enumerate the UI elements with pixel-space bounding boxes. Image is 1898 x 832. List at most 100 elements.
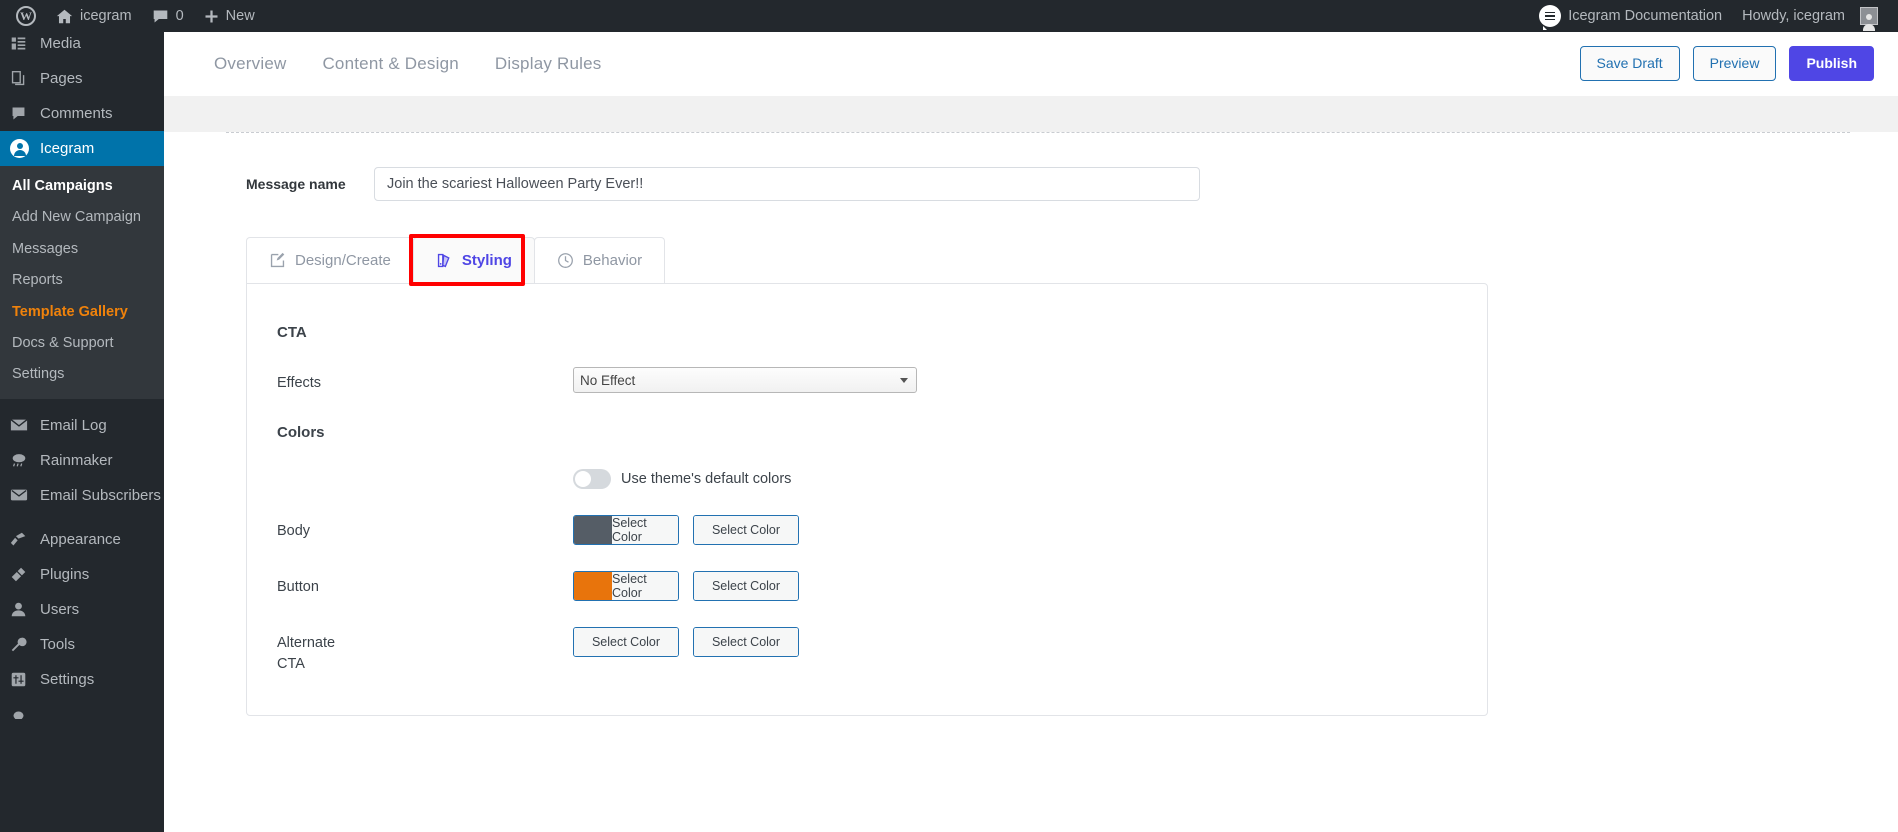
- tab-strip: Design/Create Styling Behavior: [246, 237, 1488, 283]
- plus-icon: [204, 9, 219, 24]
- submenu-item-docs-support[interactable]: Docs & Support: [0, 328, 164, 359]
- pages-icon: [10, 70, 38, 87]
- sidebar-item-email-subscribers[interactable]: Email Subscribers: [0, 478, 164, 513]
- sliders-icon: [10, 671, 38, 688]
- sidebar-item-rainmaker[interactable]: Rainmaker: [0, 443, 164, 478]
- effects-row: Effects No Effect: [247, 367, 1487, 394]
- colors-section-title: Colors: [277, 424, 325, 442]
- body-color-picker-secondary[interactable]: Select Color: [693, 515, 799, 546]
- use-theme-colors-toggle[interactable]: [573, 469, 611, 490]
- tab-label: Styling: [461, 252, 512, 269]
- new-content-menu[interactable]: New: [194, 0, 265, 32]
- campaign-sheet: Message name Join the scariest Halloween…: [164, 132, 1898, 832]
- sidebar-item-partial[interactable]: [0, 697, 164, 732]
- tab-styling[interactable]: Styling: [412, 237, 535, 283]
- button-color-picker-primary[interactable]: Select Color: [573, 571, 679, 602]
- clock-icon: [557, 252, 574, 269]
- select-color-label: Select Color: [694, 628, 798, 657]
- menu-separator: [0, 399, 164, 408]
- sidebar-item-label: Email Log: [40, 416, 107, 434]
- campaign-nav: Overview Content & Design Display Rules: [212, 50, 603, 78]
- comments-bubble[interactable]: 0: [142, 0, 194, 32]
- nav-tab-content-design[interactable]: Content & Design: [320, 50, 460, 78]
- submenu-item-reports[interactable]: Reports: [0, 265, 164, 296]
- site-name-label: icegram: [80, 8, 132, 24]
- submenu-item-all-campaigns[interactable]: All Campaigns: [0, 171, 164, 202]
- message-name-input[interactable]: Join the scariest Halloween Party Ever!!: [374, 167, 1200, 201]
- use-theme-colors-label: Use theme's default colors: [621, 471, 792, 488]
- color-swatch: [574, 572, 612, 601]
- sidebar-item-tools[interactable]: Tools: [0, 627, 164, 662]
- submenu-item-messages[interactable]: Messages: [0, 234, 164, 265]
- admin-bar: W icegram 0 New Icegram Documentation Ho…: [0, 0, 1898, 32]
- sidebar-item-label: Appearance: [40, 530, 121, 548]
- palette-icon: [436, 252, 453, 269]
- select-color-label: Select Color: [694, 516, 798, 545]
- sidebar-item-label: Tools: [40, 635, 76, 653]
- sidebar-item-label: Users: [40, 600, 80, 618]
- plug-icon: [10, 566, 38, 583]
- section-divider: [226, 132, 1850, 133]
- use-theme-colors-row: Use theme's default colors: [247, 467, 1487, 490]
- alternate-cta-color-picker-secondary[interactable]: Select Color: [693, 627, 799, 658]
- alternate-cta-color-label: Alternate CTA: [277, 635, 336, 673]
- nav-tab-overview[interactable]: Overview: [212, 50, 288, 78]
- alternate-cta-color-picker-primary[interactable]: Select Color: [573, 627, 679, 658]
- color-swatch: [574, 516, 612, 545]
- body-color-picker-primary[interactable]: Select Color: [573, 515, 679, 546]
- message-name-label: Message name: [246, 176, 346, 192]
- generic-icon: [10, 709, 38, 720]
- campaign-topbar: Overview Content & Design Display Rules …: [164, 32, 1898, 96]
- use-theme-colors-spacer: [277, 467, 573, 473]
- sidebar-item-users[interactable]: Users: [0, 592, 164, 627]
- effects-select[interactable]: No Effect: [573, 367, 917, 393]
- envelope-open-icon: [10, 416, 38, 434]
- alternate-cta-color-row: Alternate CTA Select Color Select Color: [247, 627, 1487, 675]
- howdy-label: Howdy, icegram: [1742, 8, 1845, 24]
- site-name-menu[interactable]: icegram: [46, 0, 142, 32]
- rain-cloud-icon: [10, 451, 38, 469]
- tab-behavior[interactable]: Behavior: [533, 237, 666, 283]
- submenu-item-settings[interactable]: Settings: [0, 359, 164, 390]
- select-color-label: Select Color: [694, 572, 798, 601]
- sidebar-item-plugins[interactable]: Plugins: [0, 557, 164, 592]
- sidebar-item-label: Rainmaker: [40, 451, 113, 469]
- menu-separator: [0, 513, 164, 522]
- wp-logo-menu[interactable]: W: [6, 0, 46, 32]
- new-label: New: [225, 8, 255, 24]
- sidebar-item-label: Comments: [40, 105, 113, 122]
- avatar: [1860, 7, 1878, 31]
- sidebar-item-label: Plugins: [40, 565, 90, 583]
- sidebar-item-pages[interactable]: Pages: [0, 61, 164, 96]
- home-icon: [56, 8, 73, 25]
- icegram-submenu: All Campaigns Add New Campaign Messages …: [0, 166, 164, 399]
- select-color-label: Select Color: [612, 516, 678, 545]
- preview-button[interactable]: Preview: [1692, 46, 1777, 81]
- comment-icon: [152, 8, 169, 25]
- button-color-picker-secondary[interactable]: Select Color: [693, 571, 799, 602]
- nav-tab-display-rules[interactable]: Display Rules: [493, 50, 604, 78]
- sidebar-item-appearance[interactable]: Appearance: [0, 522, 164, 557]
- sidebar-item-label: Pages: [40, 70, 83, 87]
- sidebar-item-settings[interactable]: Settings: [0, 662, 164, 697]
- documentation-icon: [1539, 5, 1562, 30]
- sidebar-item-label: Icegram: [40, 140, 95, 157]
- select-color-label: Select Color: [612, 572, 678, 601]
- submenu-item-template-gallery[interactable]: Template Gallery: [0, 297, 164, 328]
- sidebar-item-label: Media: [40, 35, 81, 52]
- sidebar-item-comments[interactable]: Comments: [0, 96, 164, 131]
- main-content: Overview Content & Design Display Rules …: [164, 32, 1898, 832]
- paintbrush-icon: [10, 531, 38, 548]
- submenu-item-add-new-campaign[interactable]: Add New Campaign: [0, 202, 164, 233]
- save-draft-button[interactable]: Save Draft: [1579, 46, 1680, 81]
- documentation-label: Icegram Documentation: [1568, 8, 1723, 24]
- sidebar-item-icegram[interactable]: Icegram: [0, 131, 164, 166]
- sidebar-item-email-log[interactable]: Email Log: [0, 408, 164, 443]
- publish-button[interactable]: Publish: [1789, 46, 1874, 81]
- documentation-link[interactable]: Icegram Documentation: [1529, 0, 1732, 32]
- account-menu[interactable]: Howdy, icegram: [1732, 0, 1888, 32]
- pencil-square-icon: [269, 252, 286, 269]
- tab-design-create[interactable]: Design/Create: [246, 237, 414, 283]
- sidebar-item-label: Settings: [40, 670, 95, 688]
- select-color-label: Select Color: [574, 628, 678, 657]
